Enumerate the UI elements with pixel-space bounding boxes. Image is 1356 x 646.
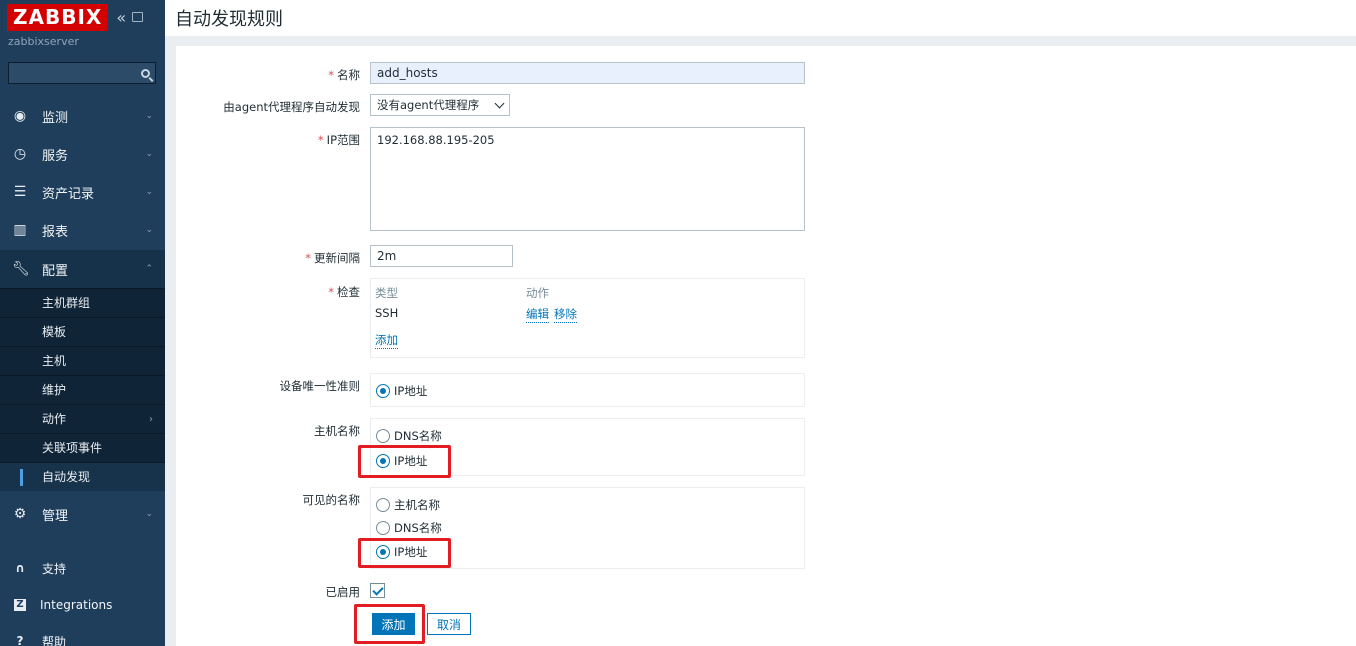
uniqueness-radio-group	[370, 373, 805, 407]
visible-name-label: 可见的名称	[302, 493, 361, 507]
host-name-radio-group	[370, 418, 805, 476]
visible-name-ip-radio[interactable]: IP地址	[376, 544, 427, 560]
page-title: 自动发现规则	[175, 9, 283, 30]
nav-label: 支持	[42, 561, 67, 576]
proxy-label: 由agent代理程序自动发现	[223, 100, 360, 114]
delay-input[interactable]: 2m	[370, 245, 513, 267]
host-name-ip-radio[interactable]: IP地址	[376, 453, 427, 469]
nav-label: 资产记录	[42, 186, 95, 202]
check-remove-link[interactable]: 移除	[554, 306, 577, 323]
radio-unselected[interactable]	[376, 521, 390, 535]
logo-row: ZABBIX «	[7, 3, 144, 31]
collapse-sidebar-icon[interactable]: «	[116, 8, 126, 27]
delay-label: * 更新间隔	[305, 251, 360, 265]
kiosk-mode-icon[interactable]	[132, 12, 144, 22]
radio-selected[interactable]	[376, 454, 390, 468]
header	[165, 0, 1356, 36]
checks-label: * 检查	[328, 285, 360, 299]
checks-table	[370, 278, 805, 358]
nav-label: 服务	[42, 148, 69, 164]
host-name-label: 主机名称	[314, 424, 360, 438]
radio-label: IP地址	[394, 384, 428, 398]
enabled-checkbox[interactable]	[370, 583, 385, 598]
eye-icon: ◉	[13, 108, 27, 124]
radio-label: IP地址	[394, 454, 428, 468]
clock-icon: ◷	[13, 146, 27, 162]
radio-label: DNS名称	[394, 521, 442, 535]
proxy-select-value: 没有agent代理程序	[377, 98, 480, 112]
uniqueness-label: 设备唯一性准则	[279, 379, 361, 393]
chevron-down-icon: ⌄	[145, 509, 153, 519]
uniqueness-ip-radio[interactable]: IP地址	[376, 383, 427, 399]
bar-chart-icon: ▥	[13, 222, 27, 238]
sub-item-hosts[interactable]: 主机	[0, 346, 165, 375]
nav-label: Integrations	[40, 598, 113, 612]
checks-action-header: 动作	[526, 286, 549, 300]
nav-inventory[interactable]: ☰ 资产记录 ⌄	[0, 173, 165, 211]
chevron-down-icon	[494, 98, 505, 108]
sub-item-label: 动作	[42, 412, 67, 426]
list-icon: ☰	[13, 184, 27, 200]
check-edit-link[interactable]: 编辑	[526, 306, 549, 323]
radio-label: 主机名称	[394, 498, 440, 512]
radio-unselected[interactable]	[376, 429, 390, 443]
sub-item-discovery[interactable]: 自动发现	[0, 462, 165, 491]
check-type-cell: SSH	[375, 306, 399, 320]
visible-name-dns-radio[interactable]: DNS名称	[376, 520, 442, 536]
radio-label: DNS名称	[394, 429, 442, 443]
zabbix-z-icon: Z	[14, 599, 26, 611]
help-icon: ?	[16, 634, 24, 646]
checks-type-header: 类型	[375, 286, 398, 300]
nav-support[interactable]: ∩ 支持	[0, 553, 165, 583]
enabled-label: 已启用	[325, 585, 361, 599]
server-name: zabbixserver	[8, 35, 79, 48]
nav-reports[interactable]: ▥ 报表 ⌄	[0, 211, 165, 249]
visible-name-host-radio[interactable]: 主机名称	[376, 497, 440, 513]
nav-label: 管理	[42, 508, 69, 524]
headset-icon: ∩	[15, 561, 25, 575]
nav-label: 帮助	[42, 634, 67, 646]
check-add-link[interactable]: 添加	[375, 332, 398, 349]
host-name-dns-radio[interactable]: DNS名称	[376, 428, 442, 444]
name-label: * 名称	[328, 68, 360, 82]
name-input[interactable]: add_hosts	[370, 62, 805, 84]
sidebar: ZABBIX « zabbixserver ◉ 监测 ⌄ ◷ 服务 ⌄ ☰ 资产…	[0, 0, 165, 646]
chevron-down-icon: ⌄	[145, 225, 153, 235]
nav-label: 监测	[42, 110, 69, 126]
nav-label: 报表	[42, 224, 69, 240]
zabbix-logo[interactable]: ZABBIX	[7, 3, 109, 31]
ip-range-label: * IP范围	[317, 133, 360, 147]
nav-help[interactable]: ? 帮助	[0, 626, 165, 646]
chevron-down-icon: ⌄	[145, 149, 153, 159]
radio-selected[interactable]	[376, 384, 390, 398]
sub-item-templates[interactable]: 模板	[0, 317, 165, 346]
nav-label: 配置	[42, 263, 69, 279]
add-button[interactable]: 添加	[372, 613, 415, 635]
ip-range-textarea[interactable]: 192.168.88.195-205	[370, 127, 805, 231]
wrench-icon: 🔧︎	[12, 261, 30, 277]
chevron-down-icon: ⌄	[145, 187, 153, 197]
proxy-select[interactable]: 没有agent代理程序	[370, 94, 510, 116]
radio-label: IP地址	[394, 545, 428, 559]
radio-selected[interactable]	[376, 545, 390, 559]
gear-icon: ⚙	[13, 506, 27, 522]
radio-unselected[interactable]	[376, 498, 390, 512]
cancel-button[interactable]: 取消	[427, 613, 471, 635]
